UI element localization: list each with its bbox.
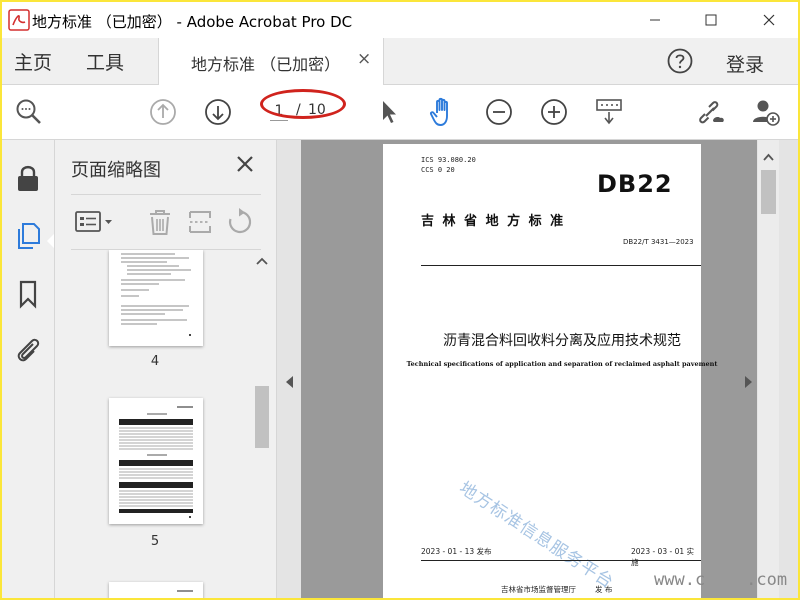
expand-right-icon[interactable] [745, 376, 752, 388]
magnifier-icon[interactable] [12, 95, 46, 129]
document-title-cn: 沥青混合料回收料分离及应用技术规范 [443, 333, 681, 349]
footer-rule [421, 560, 701, 561]
standard-number: DB22/T 3431—2023 [623, 238, 694, 246]
hand-tool-icon[interactable] [426, 95, 460, 129]
doc-scroll-up-icon[interactable] [758, 150, 779, 164]
site-watermark: www.c .com [654, 570, 788, 590]
zoom-in-icon[interactable] [537, 95, 571, 129]
marquee-zoom-icon[interactable] [592, 95, 626, 129]
toolbar: 1 / 10 [2, 85, 798, 140]
thumbnail-toolbar [71, 194, 261, 250]
close-tab-icon[interactable]: × [357, 49, 371, 69]
standard-code: DB22 [597, 170, 673, 198]
issue-date: 2023 - 01 - 13 发布 [421, 547, 492, 556]
title-bar: 地方标准 （已加密） - Adobe Acrobat Pro DC [2, 2, 798, 38]
document-scrollbar[interactable] [758, 140, 779, 598]
acrobat-window: 地方标准 （已加密） - Adobe Acrobat Pro DC 主页 工具 … [2, 2, 798, 598]
close-panel-icon[interactable] [235, 154, 255, 174]
collapse-left-icon[interactable] [286, 376, 293, 388]
active-panel-pointer [47, 234, 54, 248]
left-tool-rail [2, 140, 55, 598]
document-scroll-thumb[interactable] [761, 170, 776, 214]
acrobat-logo-icon [8, 9, 30, 31]
share-link-icon[interactable] [694, 95, 728, 129]
tab-bar: 主页 工具 地方标准 （已加密） × 登录 [2, 38, 798, 85]
page-thumbnails-panel: 页面缩略图 4 5 [55, 140, 277, 598]
annotation-ellipse [260, 89, 346, 119]
trash-icon[interactable] [145, 207, 175, 237]
thumbnail-text-preview [121, 253, 191, 336]
thumbnail-page[interactable] [109, 398, 203, 524]
watermark-text: 地方标准信息服务平台 [455, 478, 618, 594]
effective-date: 2023 - 03 - 01 实施 [631, 547, 695, 567]
zoom-out-icon[interactable] [482, 95, 516, 129]
thumbnail-table-preview [119, 406, 193, 518]
thumbnail-scroll-thumb[interactable] [255, 386, 269, 448]
window-title: 地方标准 （已加密） - Adobe Acrobat Pro DC [32, 13, 353, 31]
select-arrow-icon[interactable] [372, 95, 406, 129]
maximize-button[interactable] [688, 2, 734, 38]
thumbnail-partial-preview [177, 590, 193, 592]
rotate-icon[interactable] [225, 207, 255, 237]
thumbnail-scrollbar[interactable] [253, 250, 271, 598]
home-tab[interactable]: 主页 [14, 48, 52, 75]
minimize-button[interactable] [632, 2, 678, 38]
panel-title: 页面缩略图 [71, 160, 161, 181]
publish-label: 发 布 [595, 585, 613, 594]
close-window-button[interactable] [746, 2, 792, 38]
help-icon[interactable] [666, 47, 694, 79]
thumbnail-list: 4 5 [55, 250, 255, 598]
thumbnail-page[interactable] [109, 582, 203, 598]
ics-code: ICS 93.080.20 [421, 156, 476, 164]
document-canvas: ICS 93.080.20 CCS 0 20 DB22 吉 林 省 地 方 标 … [301, 140, 757, 598]
tools-tab[interactable]: 工具 [86, 48, 124, 75]
thumbnail-page-number: 5 [150, 534, 160, 549]
document-title-en: Technical specifications of application … [406, 360, 718, 368]
page-down-icon[interactable] [201, 95, 235, 129]
scroll-up-icon[interactable] [253, 254, 271, 268]
issuer-heading: 吉 林 省 地 方 标 准 [421, 214, 566, 229]
thumbnail-options-icon[interactable] [73, 207, 117, 237]
bookmark-icon[interactable] [10, 276, 46, 312]
thumbnail-page[interactable] [109, 250, 203, 346]
insert-page-icon[interactable] [185, 207, 215, 237]
document-viewport: ICS 93.080.20 CCS 0 20 DB22 吉 林 省 地 方 标 … [277, 140, 798, 598]
thumbnail-page-number: 4 [150, 354, 160, 369]
login-link[interactable]: 登录 [726, 50, 764, 77]
ccs-code: CCS 0 20 [421, 166, 455, 174]
document-tab[interactable]: 地方标准 （已加密） × [158, 38, 384, 85]
publisher: 吉林省市场监督管理厅 [501, 585, 576, 594]
add-user-icon[interactable] [749, 95, 783, 129]
document-tab-label: 地方标准 （已加密） [191, 55, 341, 74]
paperclip-icon[interactable] [10, 332, 46, 368]
pdf-page: ICS 93.080.20 CCS 0 20 DB22 吉 林 省 地 方 标 … [383, 144, 717, 598]
lock-icon[interactable] [10, 160, 46, 196]
page-thumbnails-icon[interactable] [10, 218, 46, 254]
header-rule [421, 265, 701, 266]
page-up-icon[interactable] [146, 95, 180, 129]
